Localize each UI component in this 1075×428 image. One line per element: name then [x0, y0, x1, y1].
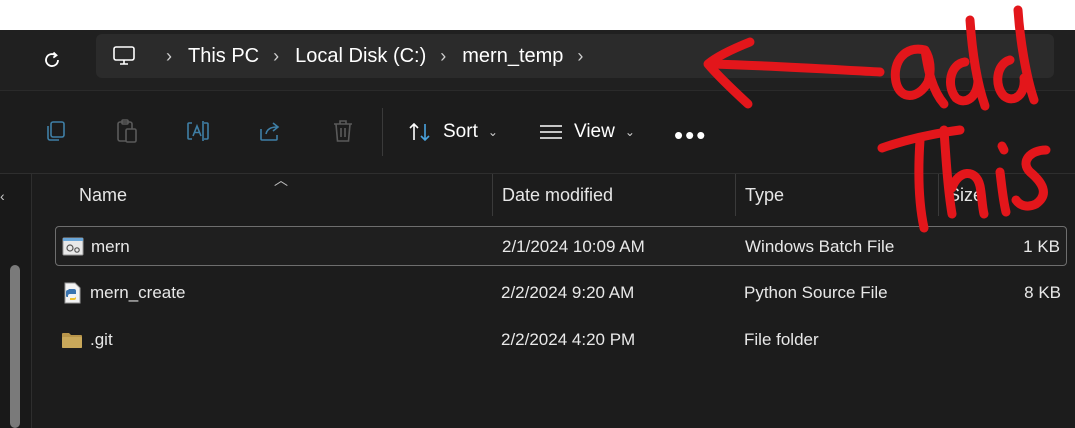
sort-button[interactable]: Sort ⌄	[407, 116, 498, 148]
sort-caret-icon: ︿	[274, 172, 288, 188]
file-type: File folder	[744, 330, 819, 349]
toolbar-separator	[382, 108, 383, 156]
file-name: mern_create	[90, 283, 186, 302]
delete-button[interactable]	[329, 117, 357, 145]
window-top-strip	[0, 0, 1075, 30]
column-header-size[interactable]: Size	[948, 174, 983, 216]
file-name: mern	[91, 237, 130, 256]
file-date: 2/2/2024 4:20 PM	[501, 330, 636, 349]
refresh-button[interactable]	[36, 44, 68, 76]
copy-button[interactable]	[42, 117, 70, 145]
file-date: 2/1/2024 10:09 AM	[502, 237, 645, 256]
breadcrumb-mern-temp[interactable]: mern_temp	[462, 45, 563, 68]
breadcrumb-local-disk[interactable]: Local Disk (C:)	[295, 45, 426, 68]
more-options-button[interactable]: •••	[674, 120, 707, 151]
column-separator[interactable]	[938, 174, 939, 216]
column-header-name[interactable]: Name	[79, 174, 127, 216]
sort-icon	[409, 122, 430, 142]
nav-pane-edge-glyph: ‹	[0, 188, 5, 204]
file-size: 8 KB	[1024, 283, 1061, 302]
view-list-icon	[540, 125, 562, 139]
column-header-type[interactable]: Type	[745, 174, 784, 216]
folder-icon	[62, 333, 82, 348]
file-name: .git	[90, 330, 113, 349]
share-button[interactable]	[257, 117, 285, 145]
navigation-scrollbar[interactable]	[10, 265, 20, 428]
file-row[interactable]: mern 2/1/2024 10:09 AM Windows Batch Fil…	[55, 226, 1067, 266]
view-label: View	[574, 121, 615, 142]
chevron-down-icon: ⌄	[487, 125, 498, 139]
column-separator[interactable]	[735, 174, 736, 216]
trash-icon	[334, 120, 352, 142]
rename-icon	[187, 121, 209, 141]
address-bar[interactable]: › This PC › Local Disk (C:) › mern_temp …	[96, 34, 1054, 78]
chevron-right-icon[interactable]: ›	[577, 46, 583, 67]
paste-button[interactable]	[113, 117, 141, 145]
batch-file-icon	[62, 237, 84, 256]
chevron-right-icon[interactable]: ›	[166, 46, 172, 67]
file-row[interactable]: mern_create 2/2/2024 9:20 AM Python Sour…	[55, 273, 1067, 313]
file-type: Windows Batch File	[745, 237, 895, 256]
python-file-icon	[64, 282, 81, 304]
rename-button[interactable]	[185, 117, 213, 145]
chevron-down-icon: ⌄	[624, 125, 635, 139]
breadcrumb-this-pc[interactable]: This PC	[188, 45, 259, 68]
file-type: Python Source File	[744, 283, 888, 302]
chevron-right-icon[interactable]: ›	[440, 46, 446, 67]
sort-label: Sort	[443, 121, 478, 142]
refresh-icon	[45, 51, 59, 67]
share-icon	[260, 122, 280, 141]
view-button[interactable]: View ⌄	[538, 116, 635, 148]
file-date: 2/2/2024 9:20 AM	[501, 283, 635, 302]
column-separator[interactable]	[492, 174, 493, 216]
this-pc-crumb-icon[interactable]	[112, 45, 152, 67]
monitor-icon	[113, 46, 135, 65]
paste-icon	[117, 119, 137, 143]
copy-icon	[47, 121, 65, 141]
file-size: 1 KB	[1023, 237, 1060, 256]
column-header-date[interactable]: Date modified	[502, 174, 613, 216]
chevron-right-icon[interactable]: ›	[273, 46, 279, 67]
file-row[interactable]: .git 2/2/2024 4:20 PM File folder	[55, 320, 1067, 360]
